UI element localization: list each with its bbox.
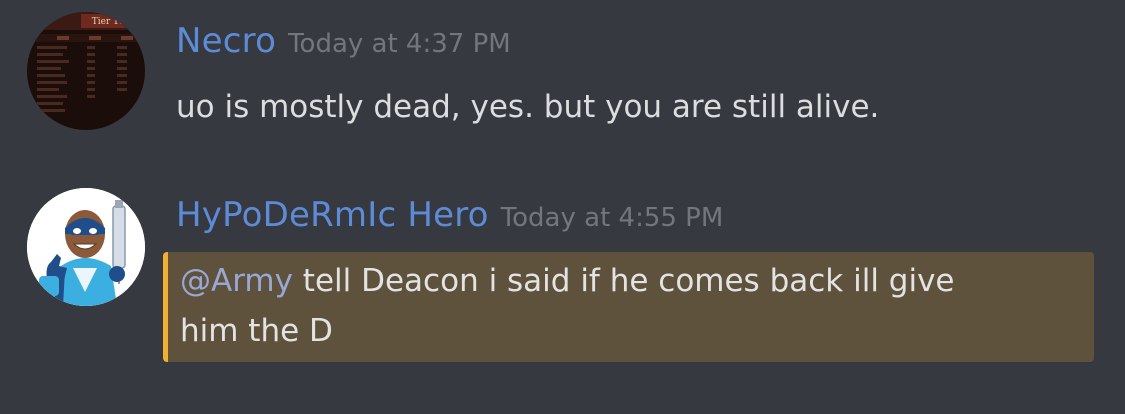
avatar-hypodermic-hero[interactable] bbox=[27, 188, 145, 306]
message-hypodermic-hero: HyPoDeRmIc Hero Today at 4:55 PM @Army t… bbox=[0, 0, 1125, 414]
superhero-avatar-icon bbox=[27, 188, 145, 306]
user-mention[interactable]: @Army bbox=[180, 263, 293, 299]
message-content: @Army tell Deacon i said if he comes bac… bbox=[180, 256, 1080, 356]
mention-highlight: @Army tell Deacon i said if he comes bac… bbox=[163, 252, 1094, 362]
timestamp[interactable]: Today at 4:55 PM bbox=[501, 203, 724, 233]
message-header: HyPoDeRmIc Hero Today at 4:55 PM bbox=[176, 195, 723, 235]
username[interactable]: HyPoDeRmIc Hero bbox=[176, 195, 489, 235]
message-text-line-1: tell Deacon i said if he comes back ill … bbox=[292, 263, 955, 299]
message-text-line-2: him the D bbox=[180, 313, 333, 349]
